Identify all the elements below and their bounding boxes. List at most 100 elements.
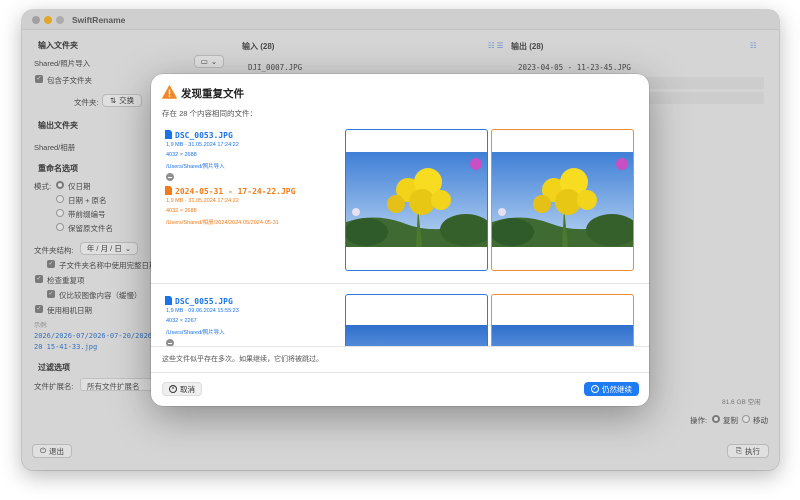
copy-radio[interactable] — [712, 415, 720, 423]
check-duplicates-checkbox[interactable]: ✓ — [35, 275, 43, 283]
power-icon: ⏻ — [40, 446, 46, 455]
file-icon — [165, 296, 172, 305]
original-file-name-text: DSC_0053.JPG — [175, 131, 233, 140]
disk-space: 81.6 GB 空闲 — [722, 399, 761, 406]
dialog-note: 这些文件似乎存在多次。如果继续，它们将被跳过。 — [162, 356, 323, 363]
view-toggle-icon[interactable]: ☷ ☰ — [488, 41, 504, 50]
include-subfolders-label: 包含子文件夹 — [47, 76, 92, 85]
mode-radio-date-only[interactable] — [56, 181, 64, 189]
sort-label: 文件夹: — [74, 98, 99, 107]
example-label: 示例: — [34, 323, 48, 329]
output-view-toggle-icon[interactable]: ☷ — [750, 41, 757, 50]
sky-photo — [492, 325, 633, 346]
extension-value: 所有文件扩展名 — [87, 382, 140, 391]
continue-anyway-button[interactable]: ✓ 仍然继续 — [584, 382, 639, 396]
duplicate-dimensions: 4032 × 2688 — [166, 208, 197, 214]
title-bar: SwiftRename — [22, 10, 779, 30]
original-file-name[interactable]: DSC_0055.JPG — [165, 296, 233, 306]
chevron-down-icon: ⌄ — [210, 57, 218, 66]
flower-photo — [346, 152, 487, 247]
original-path: /Users/Shared/照片导入 — [166, 164, 225, 170]
extension-label: 文件扩展名: — [34, 382, 74, 391]
original-file-name[interactable]: DSC_0053.JPG — [165, 130, 233, 140]
original-size-date: 1,9 MB · 09.06.2024 15:55:23 — [166, 308, 239, 314]
duplicates-list[interactable]: DSC_0053.JPG 1,9 MB · 31.05.2024 17:24:2… — [151, 120, 649, 346]
mode-radio-date-name[interactable] — [56, 195, 64, 203]
output-file-first[interactable]: 2023-04-05 - 11-23-45.JPG — [518, 63, 631, 72]
compare-content-checkbox[interactable]: ✓ — [47, 290, 55, 298]
sky-photo — [346, 325, 487, 346]
output-folder-title: 输出文件夹 — [38, 121, 78, 130]
input-folder-title: 输入文件夹 — [38, 41, 78, 50]
original-dimensions: 4032 × 2267 — [166, 318, 197, 324]
app-title: SwiftRename — [72, 15, 126, 25]
dialog-subtitle: 存在 28 个内容相同的文件： — [162, 109, 258, 118]
output-path: Shared/相册 — [34, 143, 76, 152]
duplicate-thumbnail[interactable] — [491, 129, 634, 271]
duplicate-thumbnail[interactable] — [491, 294, 634, 346]
mode-radio-prefix[interactable] — [56, 209, 64, 217]
input-file-first[interactable]: DJI_0007.JPG — [248, 63, 302, 72]
duplicate-path: /Users/Shared/相册/2024/2024-05/2024-05-31 — [166, 220, 279, 226]
minimize-window-button[interactable] — [44, 16, 52, 24]
original-size-date: 1,9 MB · 31.05.2024 17:24:22 — [166, 142, 239, 148]
original-thumbnail[interactable] — [345, 129, 488, 271]
original-path: /Users/Shared/照片导入 — [166, 330, 225, 336]
folder-icon: ▭ — [200, 57, 208, 66]
duplicate-size-date: 1,9 MB · 31.05.2024 17:24:22 — [166, 198, 239, 204]
mode-option-keep-name: 保留原文件名 — [68, 224, 113, 233]
output-column-title: 输出 (28) — [511, 42, 544, 51]
original-thumbnail[interactable] — [345, 294, 488, 346]
full-date-checkbox[interactable]: ✓ — [47, 260, 55, 268]
mode-label: 模式: — [34, 182, 52, 191]
zoom-window-button[interactable] — [56, 16, 64, 24]
quit-button[interactable]: ⏻ 退出 — [32, 444, 72, 458]
move-radio[interactable] — [742, 415, 750, 423]
input-path: Shared/照片导入 — [34, 59, 91, 68]
choose-input-folder-button[interactable]: ▭ ⌄ — [194, 55, 224, 68]
remove-icon[interactable] — [166, 173, 174, 181]
warning-icon — [162, 85, 177, 99]
original-dimensions: 4032 × 2688 — [166, 152, 197, 158]
swap-button[interactable]: ⇅ 交换 — [102, 94, 142, 107]
mode-option-prefix: 带前缀编号 — [68, 210, 106, 219]
chevron-updown-icon: ⌄ — [124, 244, 132, 253]
operation-label: 操作: — [690, 416, 708, 425]
include-subfolders-checkbox[interactable]: ✓ — [35, 75, 43, 83]
cancel-button[interactable]: × 取消 — [162, 382, 202, 396]
close-window-button[interactable] — [32, 16, 40, 24]
mode-option-date-name: 日期 + 原名 — [68, 196, 107, 205]
mode-option-date-only: 仅日期 — [68, 182, 91, 191]
full-date-label: 子文件夹名称中使用完整日期 — [59, 261, 157, 270]
dialog-title: 发现重复文件 — [181, 88, 244, 100]
camera-date-checkbox[interactable]: ✓ — [35, 305, 43, 313]
quit-label: 退出 — [48, 446, 64, 456]
flower-photo — [492, 152, 633, 247]
checkmark-circle-icon: ✓ — [591, 385, 599, 393]
run-button[interactable]: ⎘ 执行 — [727, 444, 769, 458]
duplicate-file-name-text: 2024-05-31 - 17-24-22.JPG — [175, 187, 296, 196]
remove-icon[interactable] — [166, 339, 174, 346]
swap-arrows-icon: ⇅ — [109, 96, 117, 105]
continue-label: 仍然继续 — [602, 384, 632, 394]
run-doc-icon: ⎘ — [736, 446, 742, 455]
duplicate-file-name[interactable]: 2024-05-31 - 17-24-22.JPG — [165, 186, 295, 196]
check-duplicates-label: 检查重复项 — [47, 276, 85, 285]
file-icon — [165, 186, 172, 195]
cancel-label: 取消 — [180, 384, 195, 394]
buttons-divider — [151, 372, 649, 373]
rename-options-title: 重命名选项 — [38, 164, 78, 173]
folder-structure-select[interactable]: 年 / 月 / 日 ⌄ — [80, 242, 138, 255]
cancel-x-icon: × — [169, 385, 177, 393]
camera-date-label: 使用相机日期 — [47, 306, 92, 315]
move-label: 移动 — [753, 416, 768, 425]
file-icon — [165, 130, 172, 139]
input-column-title: 输入 (28) — [242, 42, 275, 51]
mode-radio-keep-name[interactable] — [56, 223, 64, 231]
example-value: 2026/2026-07/2026-07-20/2026-07-20 15-41… — [34, 332, 169, 351]
run-label: 执行 — [745, 446, 760, 456]
swap-button-label: 交换 — [119, 96, 135, 105]
compare-content-label: 仅比较图像内容（缓慢） — [59, 291, 142, 300]
group-divider — [151, 283, 649, 284]
footer-divider — [151, 346, 649, 347]
